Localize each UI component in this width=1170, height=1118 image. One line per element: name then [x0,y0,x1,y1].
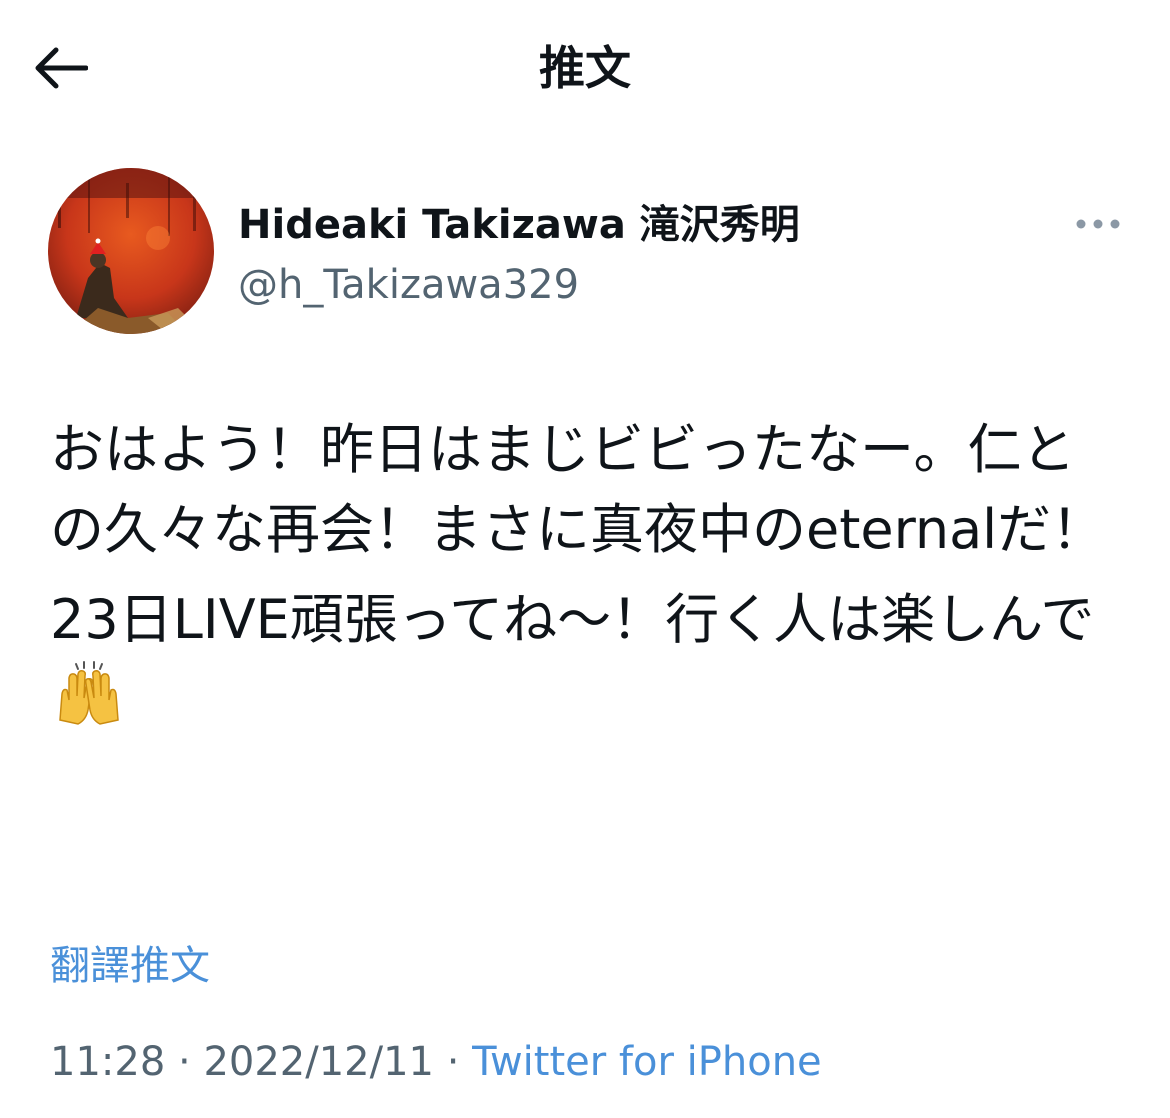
tweet-paragraph: おはよう！昨日はまじビビったなー。仁との久々な再会！まさに真夜中のeternal… [50,418,1106,561]
raising-hands-icon [54,660,124,752]
author-display-name[interactable]: Hideaki Takizawa 滝沢秀明 [238,200,800,250]
tweet-metadata: 11:28 · 2022/12/11 · Twitter for iPhone [50,1034,822,1090]
author-handle[interactable]: @h_Takizawa329 [238,260,579,310]
separator: · [178,1039,191,1085]
page-title: 推文 [539,41,631,95]
tweet-source-link[interactable]: Twitter for iPhone [472,1039,822,1085]
tweet-author: Hideaki Takizawa 滝沢秀明 @h_Takizawa329 [48,168,1128,338]
tweet-paragraph: 23日LIVE頑張ってね〜！行く人は楽しんで [50,580,1125,752]
separator: · [446,1039,460,1085]
tweet-date: 2022/12/11 [203,1039,434,1085]
tweet-paragraph-text: 23日LIVE頑張ってね〜！行く人は楽しんで [50,588,1095,651]
tweet-text: おはよう！昨日はまじビビったなー。仁との久々な再会！まさに真夜中のeternal… [50,410,1125,762]
tweet-time: 11:28 [50,1039,166,1085]
avatar[interactable] [48,168,214,334]
translate-tweet-link[interactable]: 翻譯推文 [50,938,210,994]
more-dots-icon [1076,219,1120,229]
top-navigation-bar: 推文 [0,0,1170,140]
avatar-image [48,168,214,334]
more-options-button[interactable] [1068,204,1128,244]
